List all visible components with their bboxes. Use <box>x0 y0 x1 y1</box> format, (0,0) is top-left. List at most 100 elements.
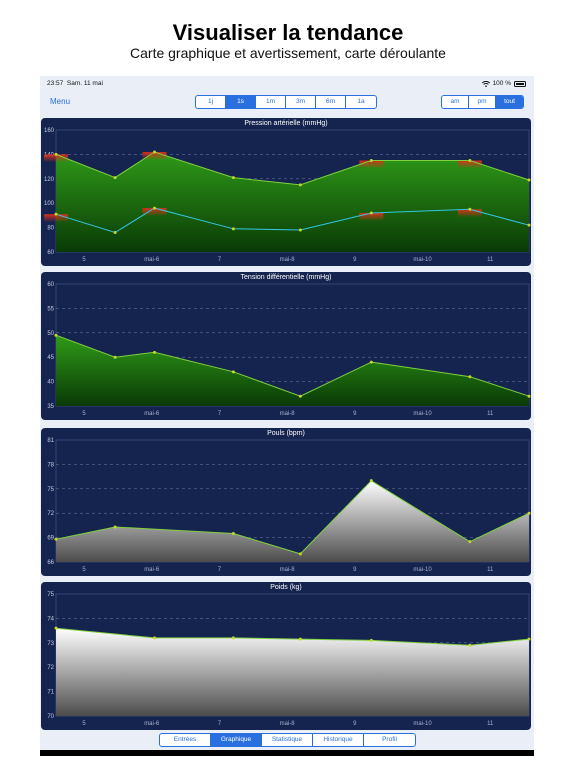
wifi-icon <box>481 80 490 87</box>
period-segment-1s[interactable]: 1s <box>226 96 256 108</box>
data-point[interactable] <box>231 227 235 231</box>
subline: Carte graphique et avertissement, carte … <box>130 45 446 61</box>
data-point[interactable] <box>298 394 302 398</box>
period-segment-1j[interactable]: 1j <box>196 96 226 108</box>
series-area <box>56 480 529 562</box>
y-tick-label: 100 <box>44 201 55 207</box>
data-point[interactable] <box>369 159 373 162</box>
x-tick-label: 9 <box>353 411 357 417</box>
x-tick-label: 7 <box>218 567 222 573</box>
tab-bar: Entrées Graphique Statistique Historique Pro… <box>159 733 416 747</box>
blood-pressure-chart-panel[interactable]: Pression artérielle (mmHg)60801001201401… <box>41 118 531 266</box>
ipad-screen: 23:57 Sam. 11 mai 100 % Menu 1j 1s 1m 3m 6m 1… <box>40 76 534 756</box>
status-right: 100 % <box>481 80 526 87</box>
battery-icon <box>514 80 526 87</box>
time-segment-am[interactable]: am <box>442 96 469 108</box>
x-tick-label: 11 <box>487 721 494 727</box>
y-tick-label: 71 <box>47 690 54 696</box>
y-tick-label: 55 <box>47 306 54 312</box>
weight-chart-panel[interactable]: Poids (kg) 70 71 72 73 74 75 5 mai-6 7 mai-8 9 mai-1… <box>41 582 531 730</box>
y-tick-label: 72 <box>47 665 54 671</box>
data-point[interactable] <box>369 479 373 483</box>
y-tick-label: 60 <box>47 250 54 256</box>
x-tick-label: mai-8 <box>280 567 296 573</box>
data-point[interactable] <box>231 636 235 640</box>
period-segment-6m[interactable]: 6m <box>316 96 346 108</box>
nav-bar: Menu 1j 1s 1m 3m 6m 1a am pm tout <box>40 90 534 114</box>
period-segment-1a[interactable]: 1a <box>346 96 376 108</box>
time-of-day-segmented-control: am pm tout <box>441 95 524 109</box>
x-tick-label: 9 <box>353 567 357 573</box>
time-segment-tout[interactable]: tout <box>496 96 523 108</box>
tab-graphique[interactable]: Graphique <box>211 734 262 746</box>
data-point[interactable] <box>468 159 472 162</box>
data-point[interactable] <box>54 333 58 337</box>
data-point[interactable] <box>153 150 157 154</box>
y-tick-label: 60 <box>47 282 54 288</box>
data-point[interactable] <box>468 375 472 379</box>
data-point[interactable] <box>153 636 157 640</box>
heart-rate-chart-panel[interactable]: Pouls (bpm) 66 69 72 75 78 81 5 mai-6 7 mai-8 9 mai-… <box>41 428 531 576</box>
x-tick-label: 11 <box>487 257 494 263</box>
data-point[interactable] <box>468 540 472 544</box>
data-point[interactable] <box>298 637 302 641</box>
data-point[interactable] <box>527 394 531 398</box>
data-point[interactable] <box>369 360 373 364</box>
tab-profil[interactable]: Profil <box>364 734 415 746</box>
x-tick-label: 5 <box>82 257 86 263</box>
x-tick-label: 7 <box>218 411 222 417</box>
status-time-date: 23:57 Sam. 11 mai <box>47 80 103 87</box>
data-point[interactable] <box>369 211 373 215</box>
x-tick-label: mai-6 <box>144 257 160 263</box>
data-point[interactable] <box>153 350 157 354</box>
period-segment-1m[interactable]: 1m <box>256 96 286 108</box>
x-tick-label: 11 <box>487 567 494 573</box>
data-point[interactable] <box>153 206 157 210</box>
pulse-pressure-chart: 35 40 45 50 55 60 5 mai-6 7 mai-8 9 mai-10 11 <box>47 282 531 417</box>
data-point[interactable] <box>527 178 531 182</box>
data-point[interactable] <box>231 176 235 180</box>
data-point[interactable] <box>113 355 117 359</box>
data-point[interactable] <box>54 152 58 156</box>
data-point[interactable] <box>54 626 58 630</box>
headline: Visualiser la tendance <box>172 20 404 45</box>
data-point[interactable] <box>113 230 117 234</box>
heart-rate-chart: 66 69 72 75 78 81 5 mai-6 7 mai-8 9 mai-10 11 <box>47 438 531 573</box>
x-tick-label: mai-10 <box>413 257 432 263</box>
data-point[interactable] <box>113 176 117 180</box>
data-point[interactable] <box>468 207 472 211</box>
y-tick-label: 66 <box>47 560 54 566</box>
menu-button[interactable]: Menu <box>50 97 70 106</box>
data-point[interactable] <box>113 525 117 529</box>
x-tick-label: 5 <box>82 567 86 573</box>
data-point[interactable] <box>468 643 472 647</box>
data-point[interactable] <box>231 532 235 536</box>
period-segment-3m[interactable]: 3m <box>286 96 316 108</box>
tab-statistique[interactable]: Statistique <box>262 734 313 746</box>
data-point[interactable] <box>527 637 531 641</box>
data-point[interactable] <box>527 223 531 227</box>
data-point[interactable] <box>298 183 302 187</box>
y-tick-label: 70 <box>47 714 54 720</box>
y-tick-label: 78 <box>47 462 54 468</box>
y-tick-label: 45 <box>47 355 54 361</box>
tab-entrees[interactable]: Entrées <box>160 734 211 746</box>
data-point[interactable] <box>527 511 531 515</box>
x-tick-label: mai-10 <box>413 567 432 573</box>
tab-historique[interactable]: Historique <box>313 734 364 746</box>
y-tick-label: 75 <box>47 487 54 493</box>
data-point[interactable] <box>54 212 58 216</box>
x-tick-label: 9 <box>353 721 357 727</box>
data-point[interactable] <box>369 638 373 642</box>
y-tick-label: 73 <box>47 641 54 647</box>
time-segment-pm[interactable]: pm <box>469 96 496 108</box>
data-point[interactable] <box>231 370 235 374</box>
data-point[interactable] <box>54 537 58 541</box>
y-tick-label: 75 <box>47 592 54 598</box>
x-tick-label: mai-8 <box>280 721 296 727</box>
x-tick-label: mai-8 <box>280 411 296 417</box>
data-point[interactable] <box>298 552 302 556</box>
pulse-pressure-chart-panel[interactable]: Tension différentielle (mmHg) 35 40 45 50 55 6… <box>41 272 531 420</box>
data-point[interactable] <box>298 228 302 232</box>
x-tick-label: mai-6 <box>144 721 160 727</box>
